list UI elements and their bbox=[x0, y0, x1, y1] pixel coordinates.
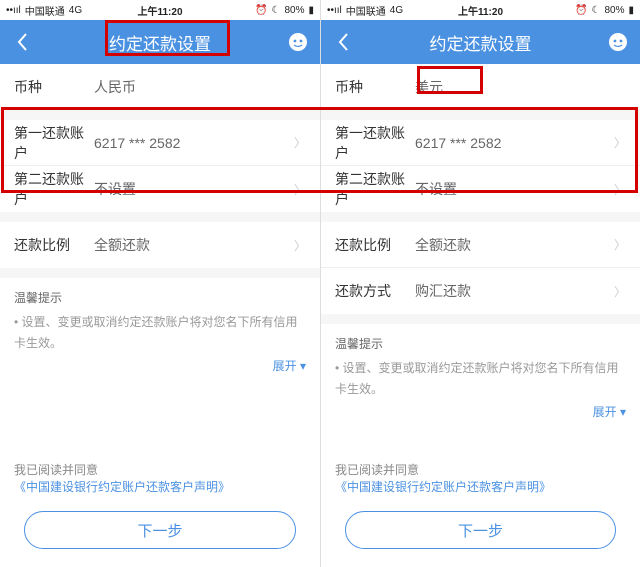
network: 4G bbox=[390, 5, 403, 16]
account2-value: 不设置 bbox=[94, 179, 294, 199]
account1-value: 6217 *** 2582 bbox=[415, 135, 614, 151]
row-method[interactable]: 还款方式 购汇还款 〉 bbox=[321, 268, 640, 314]
account2-value: 不设置 bbox=[415, 179, 614, 199]
network: 4G bbox=[69, 5, 82, 16]
divider bbox=[0, 212, 320, 222]
next-button[interactable]: 下一步 bbox=[345, 511, 616, 549]
account2-label: 第二还款账户 bbox=[14, 169, 94, 209]
carrier: 中国联通 bbox=[346, 3, 386, 18]
chevron-right-icon: 〉 bbox=[294, 134, 306, 151]
row-currency: 币种 美元 bbox=[321, 64, 640, 110]
divider bbox=[0, 268, 320, 278]
row-currency: 币种 人民币 bbox=[0, 64, 320, 110]
tips-text: • 设置、变更或取消约定还款账户将对您名下所有信用卡生效。 bbox=[14, 312, 306, 353]
signal-icon: ••ııl bbox=[327, 5, 342, 16]
chevron-right-icon: 〉 bbox=[614, 181, 626, 198]
divider bbox=[0, 110, 320, 120]
expand-button[interactable]: 展开 ▾ bbox=[321, 403, 640, 430]
tips-title: 温馨提示 bbox=[14, 288, 306, 308]
account1-label: 第一还款账户 bbox=[14, 123, 94, 163]
divider bbox=[321, 110, 640, 120]
battery-pct: 80% bbox=[604, 5, 624, 16]
back-button[interactable] bbox=[10, 30, 34, 54]
account1-label: 第一还款账户 bbox=[335, 123, 415, 163]
chevron-right-icon: 〉 bbox=[294, 237, 306, 254]
signal-icon: ••ııl bbox=[6, 5, 21, 16]
currency-value: 美元 bbox=[415, 77, 626, 97]
ratio-label: 还款比例 bbox=[14, 235, 94, 255]
row-account2[interactable]: 第二还款账户 不设置 〉 bbox=[321, 166, 640, 212]
battery-icon: ▮ bbox=[308, 5, 314, 16]
agree-text: 我已阅读并同意 bbox=[14, 463, 98, 477]
method-label: 还款方式 bbox=[335, 281, 415, 301]
account2-label: 第二还款账户 bbox=[335, 169, 415, 209]
page-title: 约定还款设置 bbox=[355, 30, 606, 55]
row-account1[interactable]: 第一还款账户 6217 *** 2582 〉 bbox=[0, 120, 320, 166]
spacer bbox=[321, 430, 640, 461]
row-ratio[interactable]: 还款比例 全额还款 〉 bbox=[321, 222, 640, 268]
page-title: 约定还款设置 bbox=[34, 30, 286, 55]
tips-title: 温馨提示 bbox=[335, 334, 626, 354]
status-bar: ••ııl 中国联通 4G 上午11:20 ⏰ ☾ 80% ▮ bbox=[321, 0, 640, 20]
currency-value: 人民币 bbox=[94, 77, 306, 97]
agree-link[interactable]: 《中国建设银行约定账户还款客户声明》 bbox=[335, 480, 551, 494]
content: 币种 人民币 第一还款账户 6217 *** 2582 〉 第二还款账户 不设置… bbox=[0, 64, 320, 567]
divider bbox=[321, 314, 640, 324]
content: 币种 美元 第一还款账户 6217 *** 2582 〉 第二还款账户 不设置 … bbox=[321, 64, 640, 567]
carrier: 中国联通 bbox=[25, 3, 65, 18]
support-icon[interactable] bbox=[286, 30, 310, 54]
dnd-icon: ☾ bbox=[592, 5, 601, 16]
divider bbox=[321, 212, 640, 222]
next-button[interactable]: 下一步 bbox=[24, 511, 296, 549]
ratio-value: 全额还款 bbox=[415, 235, 614, 255]
tips-text: • 设置、变更或取消约定还款账户将对您名下所有信用卡生效。 bbox=[335, 358, 626, 399]
currency-label: 币种 bbox=[14, 77, 94, 97]
screen-right: ••ııl 中国联通 4G 上午11:20 ⏰ ☾ 80% ▮ 约定还款设置 bbox=[320, 0, 640, 567]
back-button[interactable] bbox=[331, 30, 355, 54]
tips-block: 温馨提示 • 设置、变更或取消约定还款账户将对您名下所有信用卡生效。 bbox=[0, 278, 320, 357]
ratio-value: 全额还款 bbox=[94, 235, 294, 255]
nav-bar: 约定还款设置 bbox=[321, 20, 640, 64]
agree-link[interactable]: 《中国建设银行约定账户还款客户声明》 bbox=[14, 480, 230, 494]
spacer bbox=[0, 384, 320, 461]
currency-label: 币种 bbox=[335, 77, 415, 97]
alarm-icon: ⏰ bbox=[575, 5, 587, 16]
button-wrap: 下一步 bbox=[0, 503, 320, 567]
status-bar: ••ııl 中国联通 4G 上午11:20 ⏰ ☾ 80% ▮ bbox=[0, 0, 320, 20]
ratio-label: 还款比例 bbox=[335, 235, 415, 255]
agree-text: 我已阅读并同意 bbox=[335, 463, 419, 477]
support-icon[interactable] bbox=[606, 30, 630, 54]
account1-value: 6217 *** 2582 bbox=[94, 135, 294, 151]
row-ratio[interactable]: 还款比例 全额还款 〉 bbox=[0, 222, 320, 268]
battery-icon: ▮ bbox=[628, 5, 634, 16]
chevron-right-icon: 〉 bbox=[614, 134, 626, 151]
agree-block: 我已阅读并同意 《中国建设银行约定账户还款客户声明》 bbox=[0, 461, 320, 503]
alarm-icon: ⏰ bbox=[255, 5, 267, 16]
chevron-right-icon: 〉 bbox=[294, 181, 306, 198]
tips-block: 温馨提示 • 设置、变更或取消约定还款账户将对您名下所有信用卡生效。 bbox=[321, 324, 640, 403]
chevron-right-icon: 〉 bbox=[614, 236, 626, 253]
agree-block: 我已阅读并同意 《中国建设银行约定账户还款客户声明》 bbox=[321, 461, 640, 503]
chevron-right-icon: 〉 bbox=[614, 283, 626, 300]
battery-pct: 80% bbox=[284, 5, 304, 16]
button-wrap: 下一步 bbox=[321, 503, 640, 567]
row-account2[interactable]: 第二还款账户 不设置 〉 bbox=[0, 166, 320, 212]
nav-bar: 约定还款设置 bbox=[0, 20, 320, 64]
screen-left: ••ııl 中国联通 4G 上午11:20 ⏰ ☾ 80% ▮ 约定还款设置 bbox=[0, 0, 320, 567]
dnd-icon: ☾ bbox=[272, 5, 281, 16]
method-value: 购汇还款 bbox=[415, 281, 614, 301]
expand-button[interactable]: 展开 ▾ bbox=[0, 357, 320, 384]
row-account1[interactable]: 第一还款账户 6217 *** 2582 〉 bbox=[321, 120, 640, 166]
